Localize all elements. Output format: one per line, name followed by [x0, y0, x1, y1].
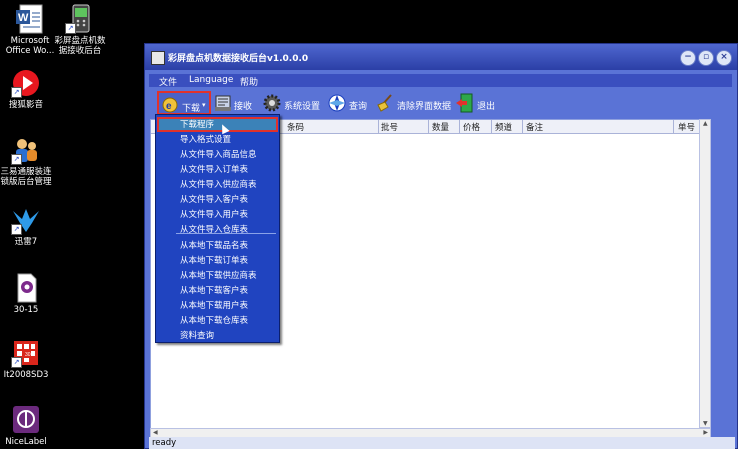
svg-text:W: W	[18, 12, 29, 24]
column-header-barcode[interactable]: 条码	[287, 121, 304, 133]
restore-button[interactable]: ▫	[698, 50, 714, 66]
window-title: 彩屏盘点机数据接收后台v1.0.0.0	[168, 54, 309, 64]
status-bar: ready	[149, 437, 735, 449]
scroll-down-icon[interactable]: ▼	[703, 420, 708, 427]
desktop-icon-it2008[interactable]: 30 ↗ It2008SD3	[0, 338, 56, 380]
title-bar[interactable]: 彩屏盘点机数据接收后台v1.0.0.0 − ▫ ×	[145, 44, 737, 70]
column-header-order-no[interactable]: 单号	[678, 121, 695, 133]
menu-help[interactable]: 帮助	[240, 75, 258, 88]
menu-bar: 文件 Language 帮助	[149, 74, 732, 88]
menu-language[interactable]: Language	[189, 75, 233, 85]
menu-item-download-program[interactable]: 下载程序	[180, 118, 214, 130]
thunder-bird-icon: ↗	[11, 205, 41, 235]
app-icon	[151, 51, 165, 65]
nicelabel-icon	[11, 405, 41, 435]
clear-data-label: 清除界面数据	[397, 102, 452, 112]
broom-icon	[375, 93, 395, 113]
query-label: 查询	[349, 102, 368, 112]
shortcut-arrow-icon: ↗	[65, 23, 76, 34]
desktop-icon-thunder[interactable]: ↗ 迅雷7	[0, 205, 56, 247]
desktop-icon-nicelabel[interactable]: NiceLabel	[0, 405, 56, 447]
desktop-icon-label: It2008SD3	[3, 370, 49, 380]
receive-label: 接收	[234, 102, 253, 112]
desktop-icon-label: NiceLabel	[5, 437, 47, 447]
menu-item-import-format-settings[interactable]: 导入格式设置	[180, 133, 231, 145]
desktop-icon-label: 搜狐影音	[8, 100, 43, 110]
desktop-icon-sohu[interactable]: ↗ 搜狐影音	[0, 68, 56, 110]
minimize-button[interactable]: −	[680, 50, 696, 66]
svg-text:e: e	[166, 101, 172, 112]
status-text: ready	[152, 438, 177, 448]
desktop-icon-label: 三易通服装连	[0, 167, 52, 177]
desktop-icon-label: 锁版后台管理	[0, 177, 52, 187]
scroll-up-icon[interactable]: ▲	[703, 120, 708, 127]
scroll-left-icon[interactable]: ◀	[153, 429, 158, 436]
menu-item-download-customers[interactable]: 从本地下载客户表	[180, 284, 248, 296]
query-icon	[327, 93, 347, 113]
exit-button[interactable]: 退出	[455, 91, 495, 115]
menu-item-import-customers[interactable]: 从文件导入客户表	[180, 193, 248, 205]
grid-app-icon: 30 ↗	[11, 338, 41, 368]
chevron-down-icon: ▾	[202, 101, 206, 109]
sohu-video-icon: ↗	[11, 68, 41, 98]
scroll-right-icon[interactable]: ▶	[703, 429, 708, 436]
menu-item-import-users[interactable]: 从文件导入用户表	[180, 208, 248, 220]
word-document-icon: W	[15, 4, 45, 34]
menu-item-data-query[interactable]: 资料查询	[180, 329, 214, 341]
close-button[interactable]: ×	[716, 50, 732, 66]
desktop-icon-label: 迅雷7	[14, 237, 38, 247]
menu-file[interactable]: 文件	[159, 75, 177, 88]
shortcut-arrow-icon: ↗	[11, 357, 22, 368]
shortcut-arrow-icon: ↗	[11, 87, 22, 98]
download-button[interactable]: e 下载 ▾	[157, 91, 211, 115]
download-label: 下载	[182, 104, 201, 114]
selected-item-highlight	[157, 117, 278, 132]
receive-button[interactable]: 接收	[213, 91, 253, 115]
column-header-quantity[interactable]: 数量	[432, 121, 449, 133]
menu-item-import-products[interactable]: 从文件导入商品信息	[180, 148, 257, 160]
column-header-batch[interactable]: 批号	[381, 121, 398, 133]
people-icon: ↗	[11, 135, 41, 165]
svg-text:30: 30	[25, 352, 31, 358]
column-header-note[interactable]: 备注	[526, 121, 543, 133]
desktop-icon-label: 彩屏盘点机数	[54, 36, 106, 46]
pda-scanner-icon: ↗	[65, 4, 95, 34]
receive-icon	[213, 93, 233, 113]
menu-item-download-product-names[interactable]: 从本地下载品名表	[180, 239, 248, 251]
menu-item-download-orders[interactable]: 从本地下载订单表	[180, 254, 248, 266]
desktop-icon-pda-receiver[interactable]: ↗ 彩屏盘点机数 据接收后台	[50, 4, 110, 56]
query-button[interactable]: 查询	[327, 91, 371, 115]
menu-item-download-users[interactable]: 从本地下载用户表	[180, 299, 248, 311]
exit-door-icon	[455, 93, 475, 113]
file-icon	[11, 273, 41, 303]
menu-item-download-suppliers[interactable]: 从本地下载供应商表	[180, 269, 257, 281]
column-header-price[interactable]: 价格	[463, 121, 480, 133]
settings-label: 系统设置	[284, 102, 321, 112]
menu-separator	[176, 233, 276, 234]
desktop-icon-label: 据接收后台	[58, 46, 102, 56]
download-icon: e	[161, 95, 181, 115]
exit-label: 退出	[477, 102, 496, 112]
clear-data-button[interactable]: 清除界面数据	[375, 91, 453, 115]
gear-icon	[262, 93, 282, 113]
vertical-scrollbar[interactable]: ▲ ▼	[699, 119, 711, 428]
menu-item-download-warehouses[interactable]: 从本地下载仓库表	[180, 314, 248, 326]
download-dropdown-menu: 下载程序 导入格式设置 从文件导入商品信息 从文件导入订单表 从文件导入供应商表…	[155, 114, 280, 343]
shortcut-arrow-icon: ↗	[11, 154, 22, 165]
desktop-icon-30-15[interactable]: 30-15	[0, 273, 56, 315]
desktop-icon-sanyitong[interactable]: ↗ 三易通服装连 锁版后台管理	[0, 135, 56, 187]
settings-button[interactable]: 系统设置	[262, 91, 326, 115]
menu-item-import-orders[interactable]: 从文件导入订单表	[180, 163, 248, 175]
column-header-channel[interactable]: 频道	[495, 121, 512, 133]
shortcut-arrow-icon: ↗	[11, 224, 22, 235]
desktop-icon-label: 30-15	[13, 305, 39, 315]
menu-item-import-suppliers[interactable]: 从文件导入供应商表	[180, 178, 257, 190]
